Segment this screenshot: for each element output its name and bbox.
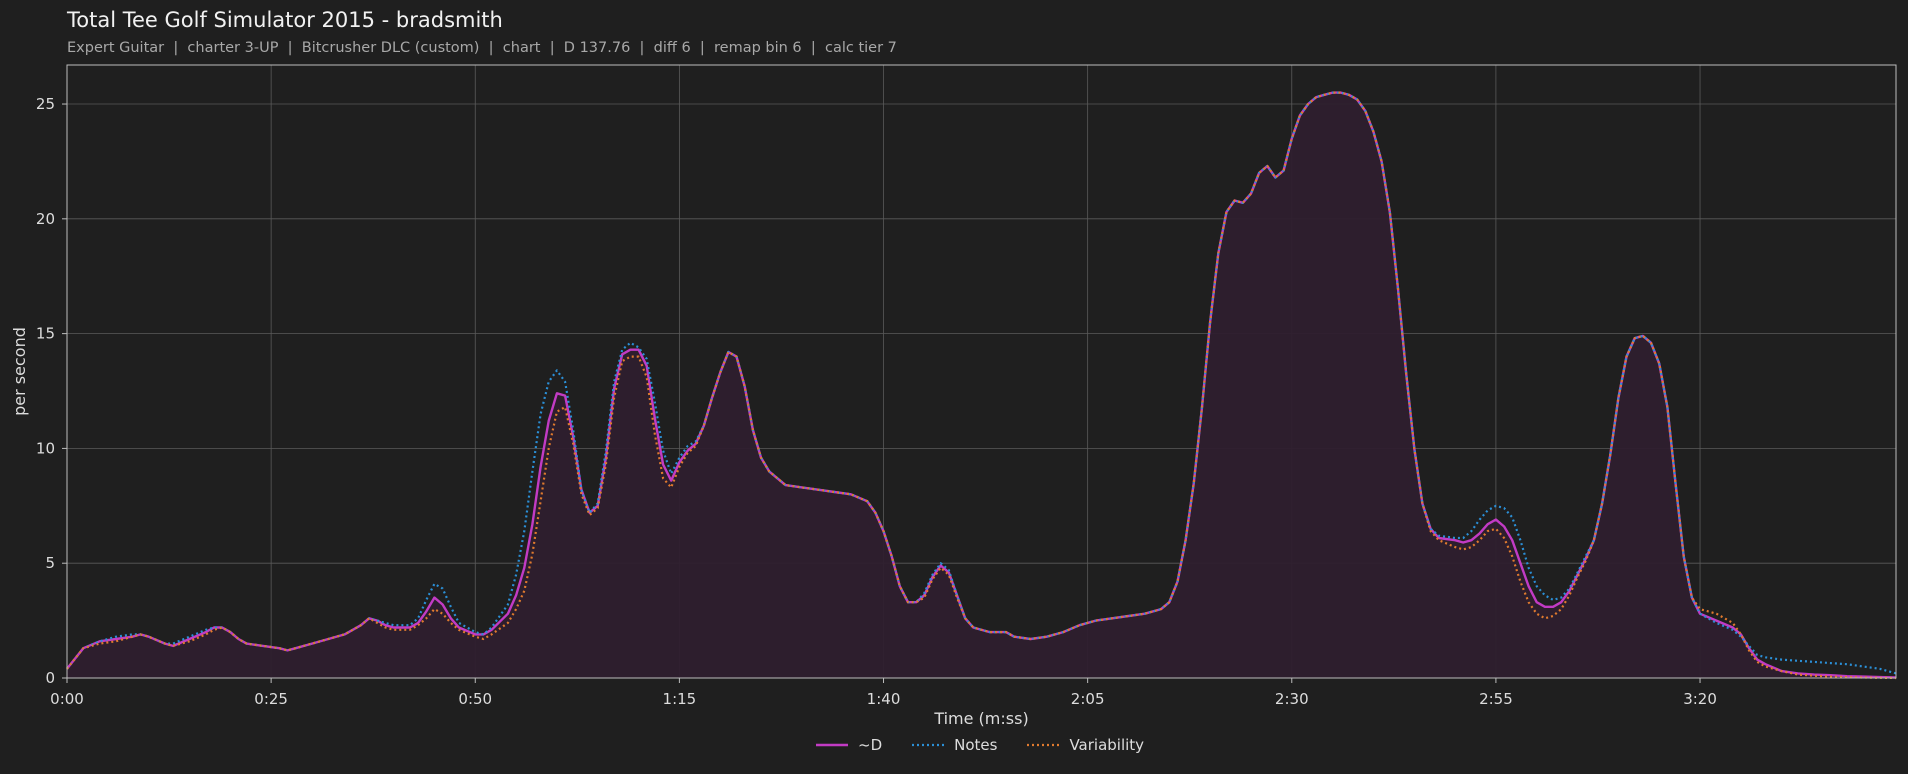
legend-item-notes: Notes	[912, 736, 997, 754]
y-tick-label: 5	[45, 554, 55, 572]
line-chart: 0:00 0:25 0:50 1:15 1:40 2:05 2:30 2:55 3:20 0 5 10…	[10, 64, 1897, 728]
y-tick-label: 20	[36, 210, 55, 228]
legend-swatch-notes	[912, 743, 945, 747]
y-axis-label: per second	[10, 327, 29, 416]
x-tick-label: 2:30	[1275, 690, 1309, 708]
legend-label-variability: Variability	[1069, 736, 1145, 754]
y-tick-label: 10	[36, 439, 55, 457]
x-axis-label: Time (m:ss)	[933, 709, 1028, 728]
x-tick-label: 0:50	[458, 690, 492, 708]
legend-swatch-d	[816, 743, 848, 747]
x-tick-label: 0:25	[254, 690, 288, 708]
legend-swatch-variability	[1027, 743, 1060, 747]
legend-item-d: ~D	[816, 736, 882, 754]
y-tick-label: 25	[36, 95, 55, 113]
y-tick-label: 15	[36, 325, 55, 343]
x-tick-label: 3:20	[1683, 690, 1717, 708]
x-tick-label: 2:55	[1479, 690, 1513, 708]
legend-label-d: ~D	[858, 736, 883, 754]
x-tick-label: 2:05	[1071, 690, 1105, 708]
legend-item-variability: Variability	[1027, 736, 1144, 754]
x-tick-label: 0:00	[50, 690, 84, 708]
legend-label-notes: Notes	[954, 736, 998, 754]
y-tick-label: 0	[45, 669, 55, 687]
x-tick-label: 1:40	[867, 690, 901, 708]
x-tick-label: 1:15	[663, 690, 697, 708]
chart-legend: ~D Notes Variability	[816, 736, 1174, 754]
